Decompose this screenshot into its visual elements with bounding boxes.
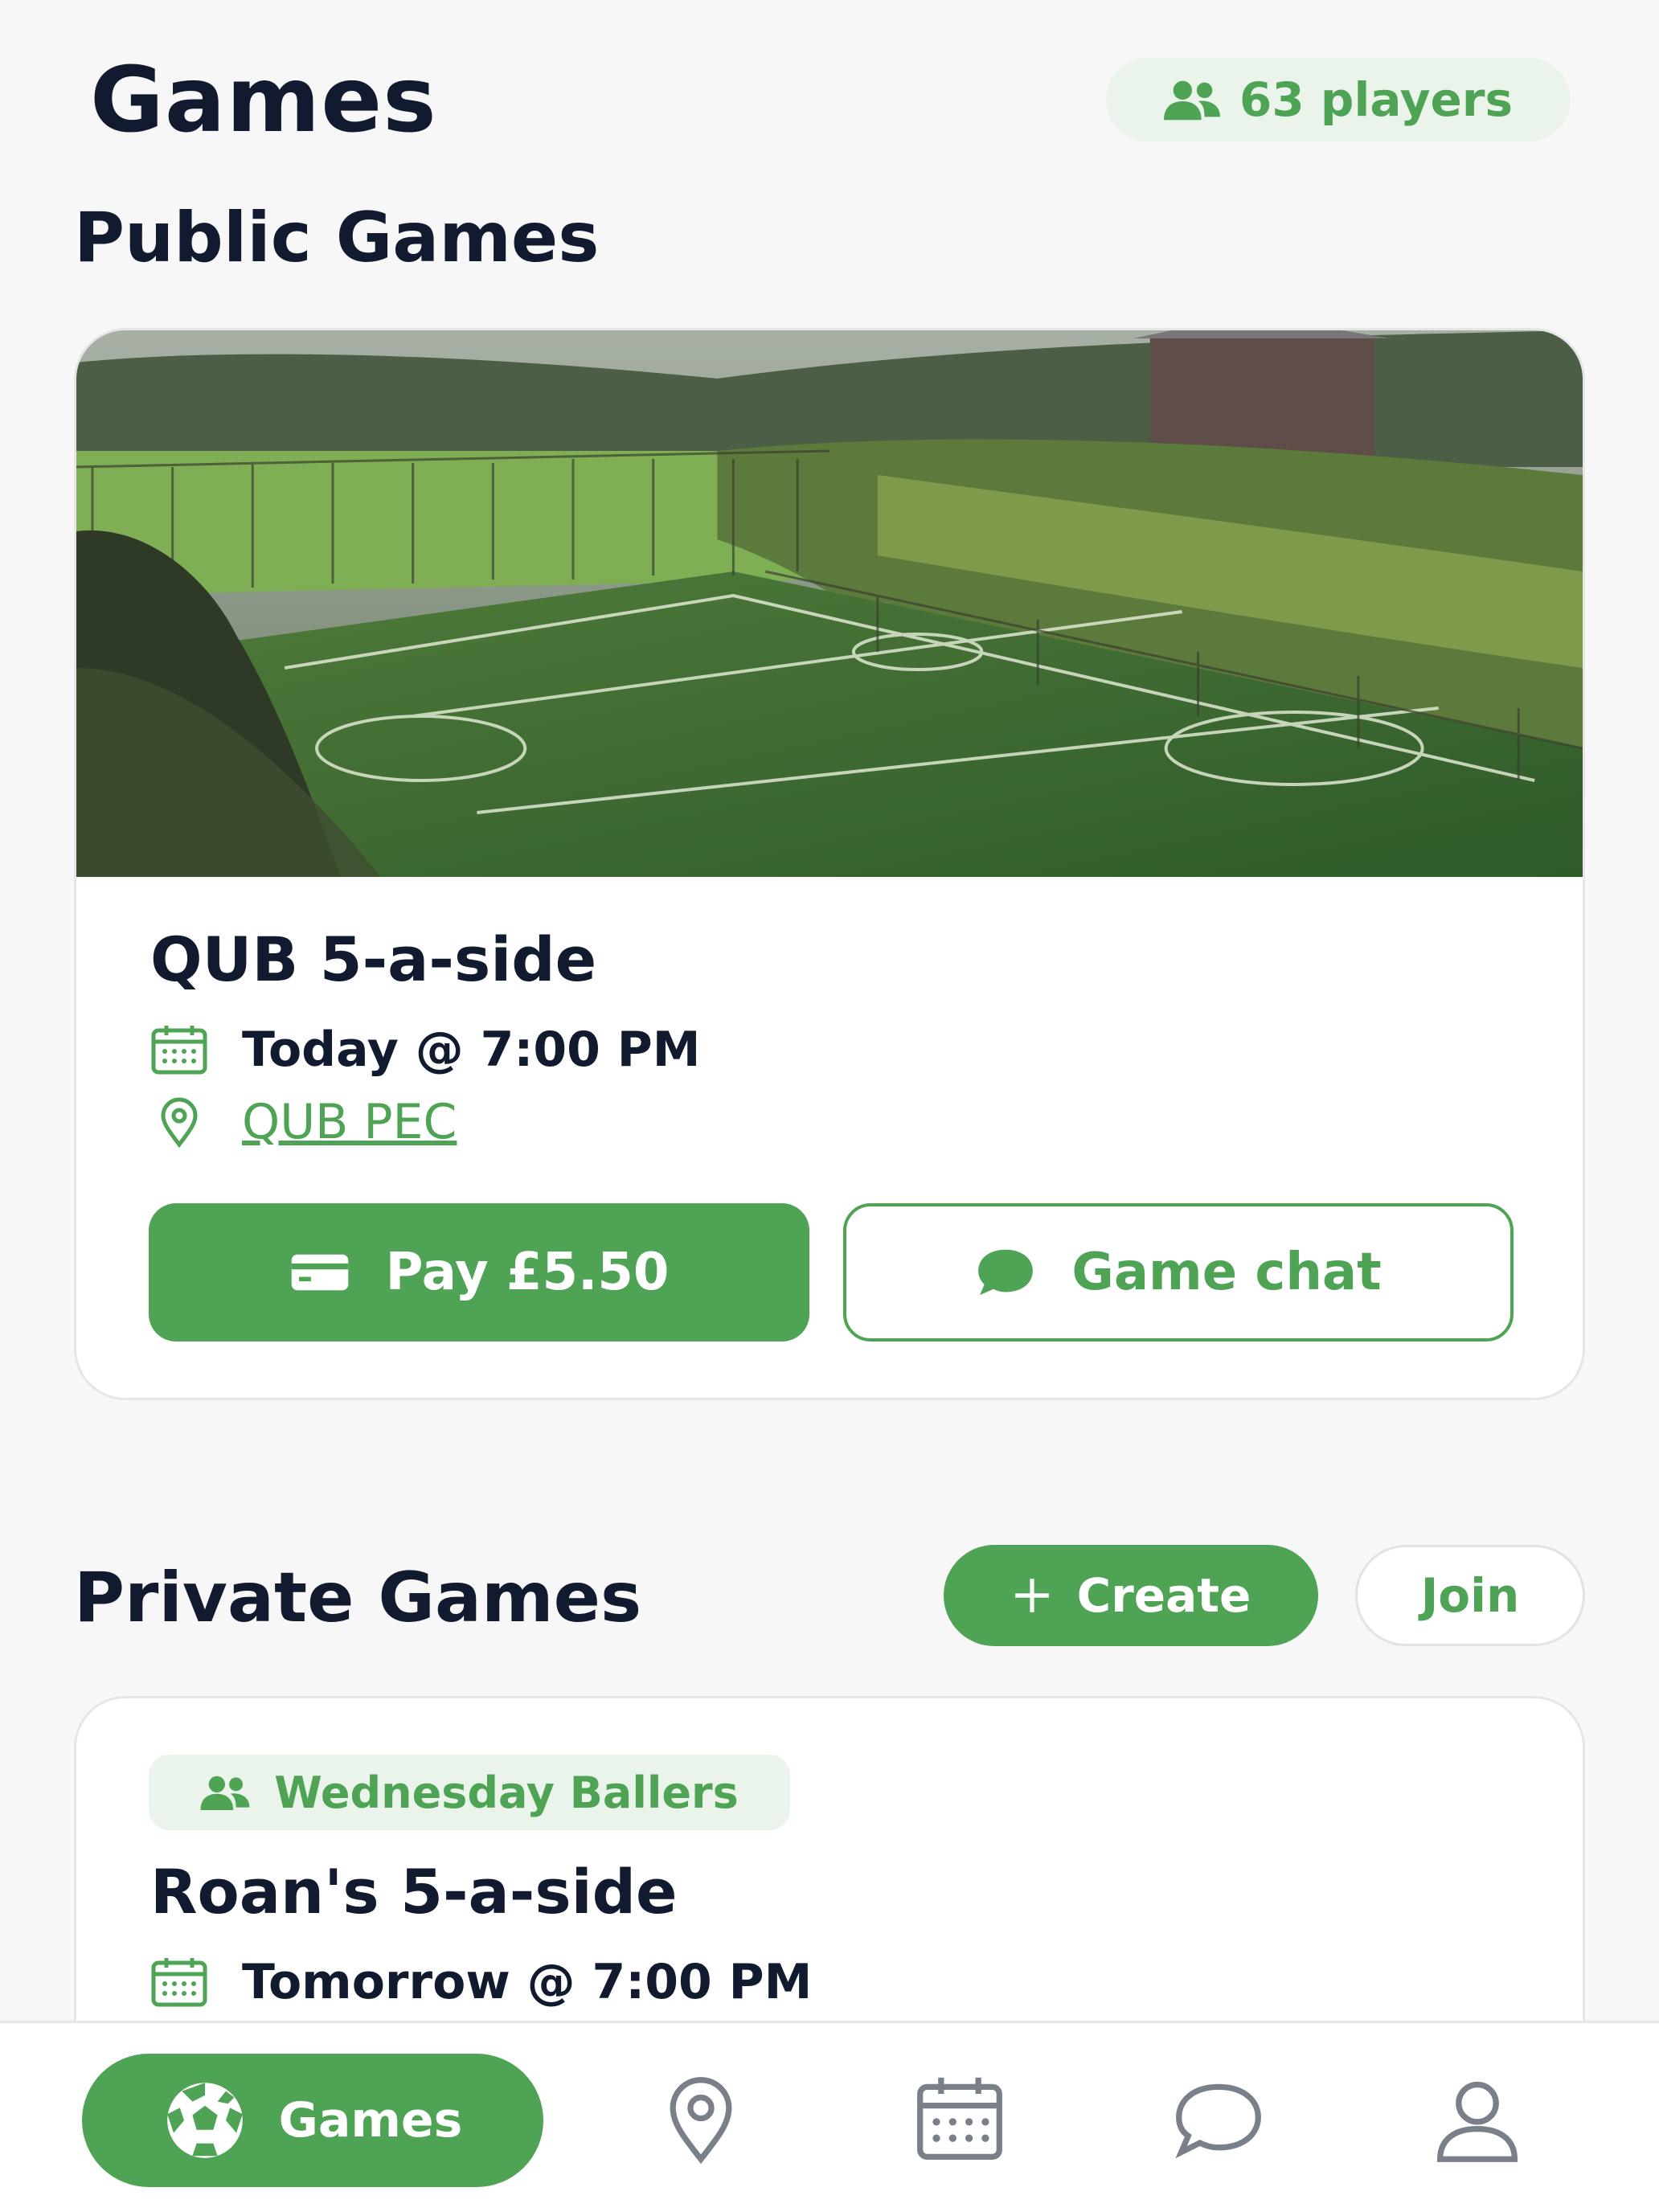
private-games-title: Private Games [74,1558,642,1638]
page-title: Games [90,48,437,153]
create-button-label: Create [1076,1568,1251,1623]
nav-chat[interactable] [1162,2063,1275,2176]
public-game-venue: QUB PEC [150,1094,457,1150]
bottom-nav: Games [0,2021,1659,2212]
group-badge: Wednesday Ballers [149,1755,790,1830]
create-game-button[interactable]: Create [944,1545,1318,1646]
join-game-button[interactable]: Join [1355,1545,1585,1646]
public-games-title: Public Games [74,198,600,278]
players-count-badge[interactable]: 63 players [1106,58,1571,141]
people-icon [200,1776,250,1810]
chat-icon [1175,2083,1261,2159]
private-game-time-label: Tomorrow @ 7:00 PM [242,1954,813,2010]
map-pin-icon [161,1097,198,1148]
people-icon [1164,80,1221,121]
public-game-time: Today @ 7:00 PM [150,1022,700,1078]
nav-venues[interactable] [645,2063,757,2176]
public-game-title: QUB 5-a-side [150,924,597,995]
football-pitch-photo [76,330,1583,877]
plus-icon [1014,1579,1049,1612]
nav-profile[interactable] [1421,2063,1534,2176]
game-chat-button[interactable]: Game chat [843,1203,1514,1342]
nav-games[interactable]: Games [82,2054,543,2187]
calendar-icon [151,1958,207,2007]
public-game-time-label: Today @ 7:00 PM [242,1022,701,1078]
private-game-title: Roan's 5-a-side [150,1856,678,1927]
pay-button-label: Pay £5.50 [385,1243,670,1302]
private-game-time: Tomorrow @ 7:00 PM [150,1954,812,2010]
join-button-label: Join [1420,1568,1520,1623]
venue-link[interactable]: QUB PEC [242,1094,457,1150]
public-game-card[interactable]: QUB 5-a-side Today @ 7:00 PM QUB PEC Pay… [74,328,1585,1400]
user-icon [1436,2081,1518,2162]
pay-button[interactable]: Pay £5.50 [149,1203,809,1342]
header: Games 63 players [0,0,1659,185]
nav-games-label: Games [278,2092,463,2149]
credit-card-icon [291,1254,348,1291]
calendar-icon [917,2077,1002,2161]
games-icon [166,2083,243,2158]
map-pin-icon [670,2077,732,2165]
players-count-label: 63 players [1239,72,1513,127]
chat-bubble-icon [978,1249,1034,1296]
calendar-icon [151,1026,207,1075]
group-badge-label: Wednesday Ballers [274,1767,739,1818]
nav-calendar[interactable] [903,2063,1016,2176]
game-chat-label: Game chat [1071,1243,1382,1302]
